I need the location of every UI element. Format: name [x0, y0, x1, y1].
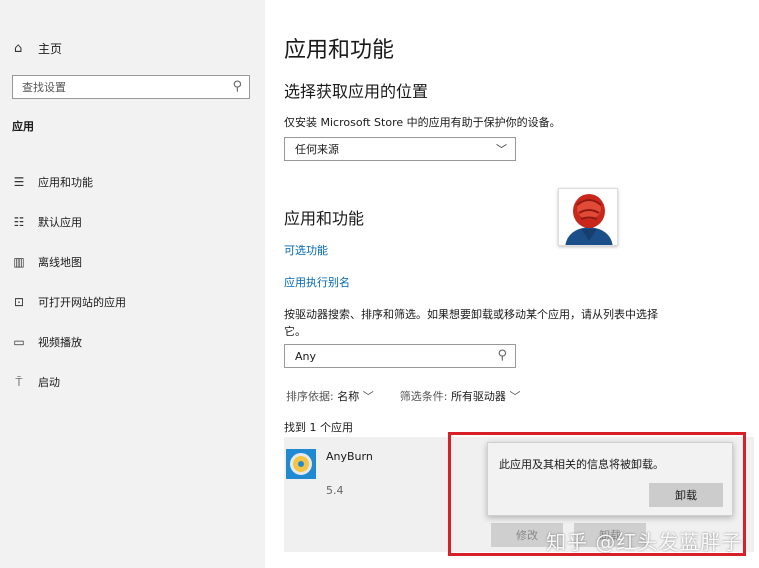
sidebar-item-apps-features[interactable]: ☰ 应用和功能 — [12, 162, 126, 202]
chevron-down-icon: ﹀ — [496, 143, 507, 156]
avatar-image — [559, 189, 617, 245]
settings-search-input[interactable]: 查找设置 ⚲ — [12, 75, 250, 99]
app-execution-alias-link[interactable]: 应用执行别名 — [284, 274, 350, 290]
sidebar: ⌂ 主页 查找设置 ⚲ 应用 ☰ 应用和功能 ☷ 默认应用 ▥ 离线地图 ⊡ 可… — [0, 0, 265, 568]
install-source-value: 任何来源 — [295, 143, 339, 156]
sort-value: 名称 — [337, 390, 360, 403]
home-nav-item[interactable]: ⌂ 主页 — [14, 38, 62, 58]
startup-icon: ⍑ — [15, 374, 23, 389]
search-placeholder: 查找设置 — [22, 81, 66, 94]
home-label: 主页 — [38, 41, 63, 56]
sidebar-item-label: 应用和功能 — [38, 176, 93, 189]
section-label: 应用 — [12, 120, 34, 133]
uninstall-confirm-popup: 此应用及其相关的信息将被卸载。 卸载 — [487, 442, 733, 516]
website-apps-icon: ⊡ — [13, 295, 25, 309]
found-count: 找到 1 个应用 — [284, 421, 353, 434]
watermark: 知乎 @红头发蓝胖子 — [546, 530, 743, 554]
install-heading: 选择获取应用的位置 — [284, 82, 429, 101]
filter-label: 筛选条件: — [399, 390, 448, 403]
sort-filter-bar: 排序依据: 名称 ﹀ 筛选条件: 所有驱动器 ﹀ — [286, 388, 546, 404]
popup-message: 此应用及其相关的信息将被卸载。 — [499, 458, 664, 471]
filter-dropdown[interactable]: 筛选条件: 所有驱动器 ﹀ — [400, 388, 521, 404]
app-version: 5.4 — [326, 484, 344, 497]
search-icon[interactable]: ⚲ — [232, 79, 242, 94]
sidebar-item-label: 可打开网站的应用 — [38, 296, 126, 309]
search-description: 按驱动器搜索、排序和筛选。如果想要卸载或移动某个应用，请从列表中选择它。 — [284, 308, 658, 338]
sort-label: 排序依据: — [286, 390, 334, 403]
apps-features-icon: ☰ — [13, 175, 25, 189]
apps-features-heading: 应用和功能 — [284, 209, 365, 228]
app-search-input[interactable]: Any ⚲ — [284, 344, 516, 368]
install-source-dropdown[interactable]: 任何来源 ﹀ — [284, 137, 516, 161]
sidebar-item-label: 启动 — [38, 376, 60, 389]
sidebar-item-apps-for-websites[interactable]: ⊡ 可打开网站的应用 — [12, 282, 126, 322]
app-name: AnyBurn — [326, 450, 373, 463]
sidebar-item-label: 离线地图 — [38, 256, 82, 269]
sidebar-nav: ☰ 应用和功能 ☷ 默认应用 ▥ 离线地图 ⊡ 可打开网站的应用 ▭ 视频播放 … — [12, 162, 126, 402]
install-description: 仅安装 Microsoft Store 中的应用有助于保护你的设备。 — [284, 116, 561, 129]
default-apps-icon: ☷ — [13, 215, 25, 229]
sidebar-item-default-apps[interactable]: ☷ 默认应用 — [12, 202, 126, 242]
search-icon[interactable]: ⚲ — [497, 348, 507, 363]
anyburn-icon — [286, 449, 316, 479]
sidebar-item-offline-maps[interactable]: ▥ 离线地图 — [12, 242, 126, 282]
sidebar-item-label: 视频播放 — [38, 336, 82, 349]
home-icon: ⌂ — [14, 40, 23, 56]
optional-features-link[interactable]: 可选功能 — [284, 242, 328, 258]
video-icon: ▭ — [13, 335, 25, 349]
disc-icon — [290, 453, 312, 475]
avatar — [558, 188, 618, 246]
page-title: 应用和功能 — [284, 38, 395, 63]
sort-dropdown[interactable]: 排序依据: 名称 ﹀ — [286, 388, 374, 404]
confirm-uninstall-button[interactable]: 卸载 — [649, 483, 723, 507]
map-icon: ▥ — [13, 255, 25, 269]
chevron-down-icon: ﹀ — [509, 390, 521, 403]
chevron-down-icon: ﹀ — [362, 390, 374, 403]
sidebar-item-startup[interactable]: ⍑ 启动 — [12, 362, 126, 402]
sidebar-item-label: 默认应用 — [38, 216, 82, 229]
app-search-value: Any — [295, 349, 317, 363]
sidebar-item-video-playback[interactable]: ▭ 视频播放 — [12, 322, 126, 362]
filter-value: 所有驱动器 — [450, 390, 506, 403]
